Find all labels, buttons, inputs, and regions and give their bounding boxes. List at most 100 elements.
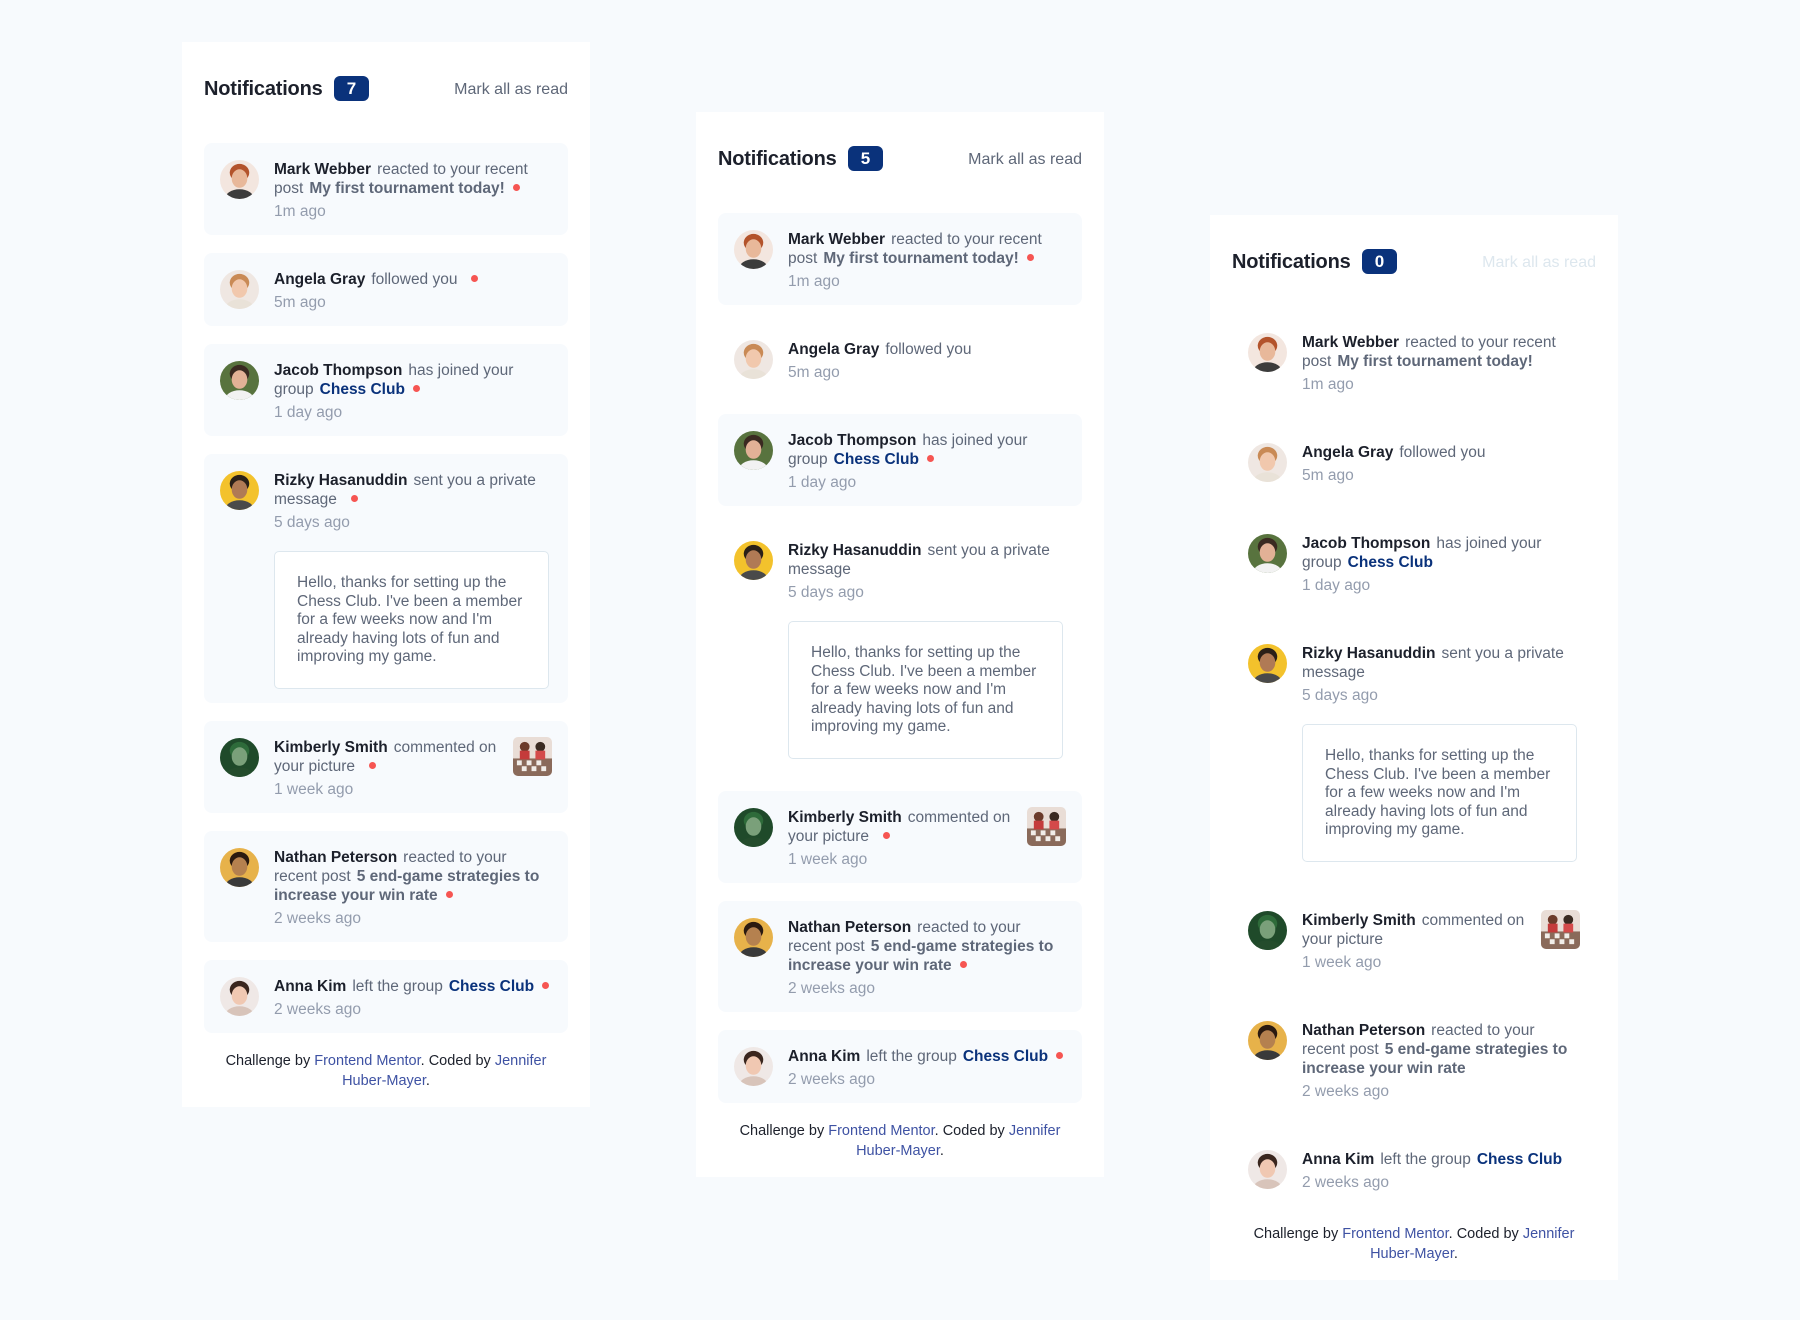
user-name-link[interactable]: Jacob Thompson [274, 362, 402, 379]
notification-item[interactable]: Rizky Hasanuddin sent you a private messa… [1232, 627, 1596, 876]
user-name-link[interactable]: Angela Gray [788, 341, 879, 358]
notification-item[interactable]: Jacob Thompson has joined your group Chess… [1232, 517, 1596, 609]
private-message-preview[interactable]: Hello, thanks for setting up the Chess C… [274, 551, 549, 689]
user-name-link[interactable]: Mark Webber [1302, 334, 1399, 351]
mark-all-as-read-button[interactable]: Mark all as read [454, 81, 568, 99]
mark-all-as-read-button[interactable]: Mark all as read [1482, 254, 1596, 272]
chess-picture-thumbnail[interactable] [1541, 909, 1580, 949]
user-name-link[interactable]: Kimberly Smith [788, 809, 902, 826]
post-link[interactable]: My first tournament today! [309, 180, 504, 197]
group-link[interactable]: Chess Club [449, 978, 534, 995]
notification-item[interactable]: Mark Webber reacted to your recent post My… [718, 213, 1082, 305]
user-name-link[interactable]: Rizky Hasanuddin [1302, 645, 1436, 662]
user-name-link[interactable]: Kimberly Smith [1302, 912, 1416, 929]
avatar-kimberly-smith[interactable] [734, 807, 773, 847]
notification-item[interactable]: Nathan Peterson reacted to your recent po… [204, 830, 568, 942]
notification-time: 2 weeks ago [274, 1000, 362, 1018]
attribution: Challenge by Frontend Mentor. Coded by J… [1232, 1224, 1596, 1264]
notification-time: 1m ago [274, 203, 326, 220]
notification-text: Nathan Peterson reacted to your recent po… [1302, 1021, 1580, 1078]
avatar-mark-webber[interactable] [734, 230, 773, 269]
avatar-angela-gray[interactable] [220, 270, 259, 309]
avatar-jacob-thompson[interactable] [220, 361, 259, 400]
group-link[interactable]: Chess Club [320, 381, 405, 398]
avatar-jacob-thompson[interactable] [1248, 534, 1287, 573]
notification-item[interactable]: Kimberly Smith commented on your picture 1… [204, 720, 568, 813]
user-name-link[interactable]: Angela Gray [274, 271, 365, 288]
notification-text: Kimberly Smith commented on your picture [1302, 911, 1580, 949]
user-name-link[interactable]: Kimberly Smith [274, 739, 388, 756]
avatar-rizky-hasanuddin[interactable] [1248, 644, 1287, 683]
user-name-link[interactable]: Mark Webber [274, 161, 371, 178]
user-name-link[interactable]: Anna Kim [274, 978, 346, 995]
notification-item[interactable]: Jacob Thompson has joined your group Chess… [204, 344, 568, 436]
private-message-preview[interactable]: Hello, thanks for setting up the Chess C… [788, 621, 1063, 759]
notification-item[interactable]: Rizky Hasanuddin sent you a private messa… [204, 454, 568, 703]
chess-picture-thumbnail[interactable] [513, 736, 552, 776]
group-link[interactable]: Chess Club [834, 451, 919, 468]
user-name-link[interactable]: Nathan Peterson [274, 849, 397, 866]
avatar-nathan-peterson[interactable] [220, 847, 259, 887]
avatar-rizky-hasanuddin[interactable] [220, 471, 259, 510]
notification-item[interactable]: Angela Gray followed you 5m ago [718, 323, 1082, 396]
frontend-mentor-link[interactable]: Frontend Mentor [1342, 1226, 1448, 1242]
page-title: Notifications [718, 148, 837, 170]
user-name-link[interactable]: Anna Kim [788, 1048, 860, 1065]
notification-item[interactable]: Kimberly Smith commented on your picture 1… [1232, 894, 1596, 986]
avatar-mark-webber[interactable] [1248, 333, 1287, 372]
avatar-rizky-hasanuddin[interactable] [734, 541, 773, 580]
unread-dot-icon [412, 385, 420, 392]
notification-item[interactable]: Jacob Thompson has joined your group Chess… [718, 414, 1082, 506]
notification-item[interactable]: Anna Kim left the group Chess Club 2 weeks … [204, 959, 568, 1033]
notification-item[interactable]: Nathan Peterson reacted to your recent po… [718, 900, 1082, 1012]
post-link[interactable]: My first tournament today! [1337, 353, 1532, 370]
notification-action: followed you [1399, 444, 1486, 461]
post-link[interactable]: My first tournament today! [823, 250, 1018, 267]
avatar-anna-kim[interactable] [220, 976, 259, 1016]
avatar-kimberly-smith[interactable] [1248, 910, 1287, 950]
attribution-suffix: . [1453, 1245, 1458, 1262]
notification-time: 2 weeks ago [788, 979, 876, 997]
avatar-mark-webber[interactable] [220, 160, 259, 199]
user-name-link[interactable]: Jacob Thompson [1302, 535, 1430, 552]
user-name-link[interactable]: Nathan Peterson [788, 919, 911, 936]
notification-item[interactable]: Angela Gray followed you 5m ago [204, 253, 568, 326]
avatar-nathan-peterson[interactable] [1248, 1020, 1287, 1060]
notification-item[interactable]: Anna Kim left the group Chess Club 2 weeks … [1232, 1133, 1596, 1206]
user-name-link[interactable]: Rizky Hasanuddin [274, 472, 408, 489]
notification-item[interactable]: Nathan Peterson reacted to your recent po… [1232, 1004, 1596, 1115]
mark-all-as-read-button[interactable]: Mark all as read [968, 151, 1082, 169]
notification-item[interactable]: Anna Kim left the group Chess Club 2 weeks … [718, 1029, 1082, 1103]
avatar-angela-gray[interactable] [734, 340, 773, 379]
avatar-anna-kim[interactable] [1248, 1149, 1287, 1189]
user-name-link[interactable]: Angela Gray [1302, 444, 1393, 461]
user-name-link[interactable]: Anna Kim [1302, 1151, 1374, 1168]
unread-dot-icon [368, 761, 376, 769]
avatar-anna-kim[interactable] [734, 1046, 773, 1086]
user-name-link[interactable]: Nathan Peterson [1302, 1022, 1425, 1039]
notification-item[interactable]: Kimberly Smith commented on your picture 1… [718, 790, 1082, 883]
notification-item[interactable]: Mark Webber reacted to your recent post My… [1232, 316, 1596, 408]
group-link[interactable]: Chess Club [963, 1048, 1048, 1065]
chess-picture-thumbnail[interactable] [1027, 806, 1066, 846]
notification-item[interactable]: Rizky Hasanuddin sent you a private messa… [718, 524, 1082, 773]
user-name-link[interactable]: Jacob Thompson [788, 432, 916, 449]
private-message-preview[interactable]: Hello, thanks for setting up the Chess C… [1302, 724, 1577, 862]
frontend-mentor-link[interactable]: Frontend Mentor [828, 1123, 934, 1139]
notification-text: Anna Kim left the group Chess Club [1302, 1150, 1580, 1169]
notification-action: left the group [352, 977, 443, 995]
frontend-mentor-link[interactable]: Frontend Mentor [314, 1053, 420, 1069]
user-name-link[interactable]: Rizky Hasanuddin [788, 542, 922, 559]
notification-item[interactable]: Mark Webber reacted to your recent post My… [204, 143, 568, 235]
user-name-link[interactable]: Mark Webber [788, 231, 885, 248]
avatar-nathan-peterson[interactable] [734, 917, 773, 957]
group-link[interactable]: Chess Club [1477, 1151, 1562, 1168]
group-link[interactable]: Chess Club [1348, 554, 1433, 571]
page-title: Notifications [204, 78, 323, 100]
avatar-jacob-thompson[interactable] [734, 431, 773, 470]
notification-text: Jacob Thompson has joined your group Chess… [1302, 534, 1580, 572]
notification-item[interactable]: Angela Gray followed you 5m ago [1232, 426, 1596, 499]
avatar-kimberly-smith[interactable] [220, 737, 259, 777]
notification-text: Kimberly Smith commented on your picture [274, 738, 552, 776]
avatar-angela-gray[interactable] [1248, 443, 1287, 482]
